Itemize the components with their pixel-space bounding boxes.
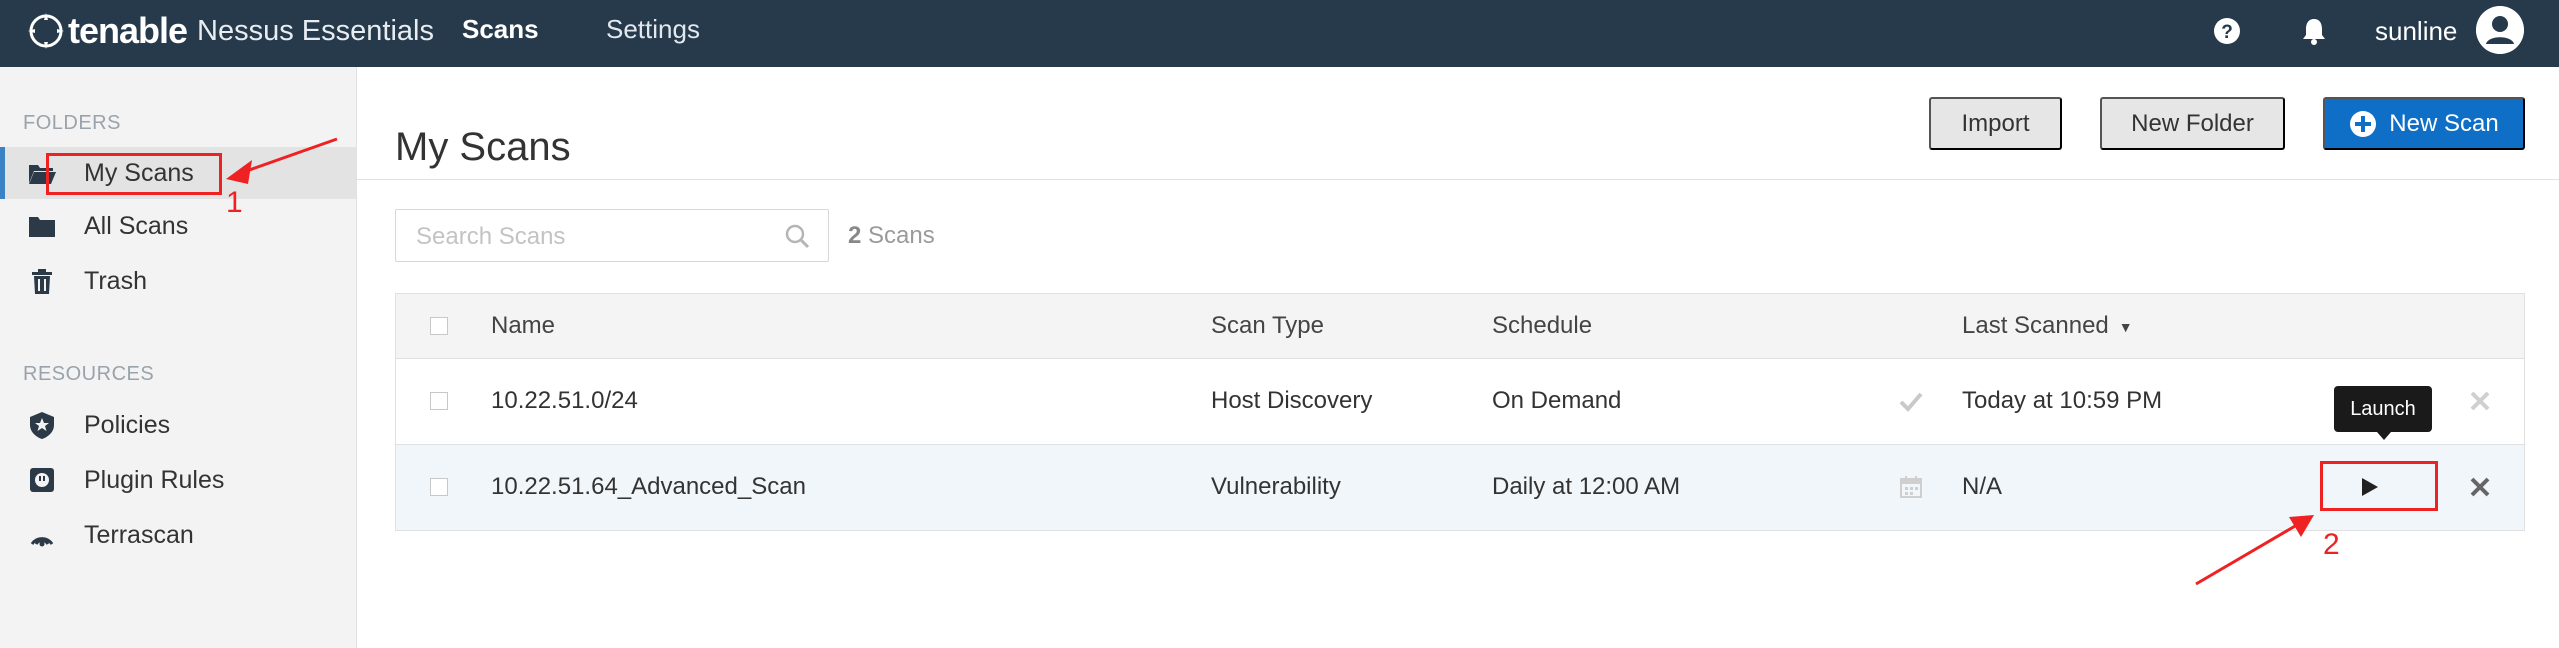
search-input[interactable] — [414, 210, 758, 263]
annotation-step-1: 1 — [226, 186, 243, 219]
scan-schedule: Daily at 12:00 AM — [1492, 473, 1681, 500]
scan-schedule: On Demand — [1492, 387, 1622, 414]
scan-name[interactable]: 10.22.51.0/24 — [491, 387, 638, 415]
scan-name[interactable]: 10.22.51.64_Advanced_Scan — [491, 473, 806, 501]
column-header-label: Last Scanned — [1962, 312, 2109, 339]
sidebar-item-trash[interactable]: Trash — [0, 255, 356, 307]
user-avatar-icon[interactable] — [2476, 6, 2524, 54]
sidebar-item-policies[interactable]: Policies — [0, 399, 356, 451]
search-box[interactable] — [395, 209, 829, 263]
header-divider — [357, 179, 2559, 180]
checkmark-icon — [1899, 392, 1923, 412]
tenable-logo-icon — [28, 13, 64, 49]
table-row[interactable]: 10.22.51.64_Advanced_Scan Vulnerability … — [395, 445, 2525, 531]
sidebar-item-all-scans[interactable]: All Scans — [0, 200, 356, 252]
tenable-logo[interactable]: tenable Nessus Essentials — [26, 6, 434, 56]
annotation-box-my-scans — [46, 153, 222, 195]
svg-text:?: ? — [2221, 22, 2233, 43]
column-header-name[interactable]: Name — [491, 312, 555, 340]
folder-icon — [29, 217, 55, 237]
plugin-icon — [30, 468, 54, 492]
column-header-scan-type[interactable]: Scan Type — [1211, 312, 1324, 340]
question-circle-icon[interactable]: ? — [2212, 16, 2242, 46]
close-icon[interactable] — [2467, 388, 2493, 414]
resources-heading: RESOURCES — [23, 363, 155, 385]
bell-icon[interactable] — [2299, 16, 2329, 46]
close-icon[interactable] — [2467, 474, 2493, 500]
shield-star-icon — [30, 412, 54, 439]
terrascan-icon — [30, 537, 54, 547]
sidebar-item-label: Plugin Rules — [84, 465, 225, 494]
scan-type: Host Discovery — [1211, 387, 1373, 414]
table-header-row: Name Scan Type Schedule Last Scanned ▼ — [395, 293, 2525, 359]
plus-circle-icon — [2350, 110, 2377, 137]
scan-count-number: 2 — [848, 222, 862, 249]
table-row[interactable]: 10.22.51.0/24 Host Discovery On Demand T… — [395, 359, 2525, 445]
sort-descending-icon: ▼ — [2118, 318, 2133, 335]
sidebar-item-label: Trash — [84, 266, 147, 295]
new-scan-button[interactable]: New Scan — [2323, 97, 2525, 150]
select-all-checkbox[interactable] — [430, 317, 448, 335]
sidebar-item-label: All Scans — [84, 211, 189, 240]
sidebar-item-label: Policies — [84, 410, 171, 439]
brand-name: tenable — [68, 10, 188, 51]
sidebar-item-terrascan[interactable]: Terrascan — [0, 509, 356, 561]
top-navigation-bar: tenable Nessus Essentials Scans Settings… — [0, 0, 2559, 67]
new-scan-label: New Scan — [2389, 109, 2499, 137]
trash-icon — [32, 269, 52, 294]
product-name: Nessus Essentials — [197, 14, 434, 47]
scan-type: Vulnerability — [1211, 473, 1341, 500]
launch-tooltip: Launch — [2334, 386, 2432, 440]
page-title: My Scans — [395, 124, 571, 169]
folders-heading: FOLDERS — [23, 112, 121, 134]
row-checkbox[interactable] — [430, 478, 448, 496]
scan-count-label: Scans — [868, 222, 935, 249]
search-icon[interactable] — [784, 223, 810, 249]
import-button[interactable]: Import — [1929, 97, 2062, 150]
new-folder-button[interactable]: New Folder — [2100, 97, 2285, 150]
sidebar-item-label: Terrascan — [84, 520, 194, 549]
row-checkbox[interactable] — [430, 392, 448, 410]
scan-count: 2 Scans — [848, 222, 935, 250]
tab-settings[interactable]: Settings — [606, 14, 700, 45]
tab-scans[interactable]: Scans — [462, 14, 539, 45]
last-scanned: Today at 10:59 PM — [1962, 387, 2163, 414]
annotation-step-2: 2 — [2323, 528, 2340, 561]
calendar-icon — [1900, 476, 1922, 498]
column-header-last-scanned[interactable]: Last Scanned ▼ — [1962, 312, 2133, 340]
annotation-box-launch — [2320, 461, 2438, 511]
username[interactable]: sunline — [2375, 16, 2457, 47]
last-scanned: N/A — [1962, 473, 2003, 500]
column-header-schedule[interactable]: Schedule — [1492, 312, 1592, 340]
sidebar-item-plugin-rules[interactable]: Plugin Rules — [0, 454, 356, 506]
